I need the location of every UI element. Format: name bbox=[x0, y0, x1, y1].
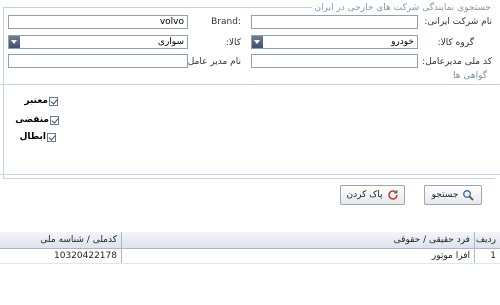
table-row-cell-entity[interactable]: افرا موتور bbox=[121, 249, 474, 264]
product-group-select[interactable]: خودرو bbox=[251, 35, 418, 49]
certificate-revoked[interactable]: ابطال bbox=[20, 132, 56, 142]
certificates-title: گواهی ها bbox=[452, 71, 487, 81]
search-icon bbox=[462, 189, 475, 201]
column-header-entity[interactable]: فرد حقیقی / حقوقی bbox=[121, 232, 474, 249]
national-code-label: کد ملی مدیرعامل: bbox=[422, 57, 492, 67]
panel-bottom-divider bbox=[0, 174, 500, 175]
certificate-expired-label: منقضی bbox=[15, 115, 49, 125]
chevron-down-icon[interactable] bbox=[9, 36, 20, 48]
checkbox-checked-icon[interactable] bbox=[49, 96, 58, 106]
refresh-icon bbox=[387, 189, 399, 201]
certificate-valid[interactable]: معتبر bbox=[24, 96, 58, 106]
chevron-down-icon[interactable] bbox=[252, 36, 263, 48]
certificate-revoked-label: ابطال bbox=[19, 132, 46, 142]
certificate-valid-label: معتبر bbox=[24, 96, 48, 106]
product-group-label: گروه کالا: bbox=[437, 38, 474, 48]
company-name-field[interactable] bbox=[251, 15, 418, 29]
product-value: سواری bbox=[157, 37, 184, 47]
product-group-value: خودرو bbox=[391, 37, 414, 47]
search-panel-legend: جستجوی نمایندگی شرکت های خارجی در ایران bbox=[311, 3, 494, 13]
company-name-label: نام شرکت ایرانی: bbox=[424, 17, 492, 27]
ceo-name-field[interactable] bbox=[8, 54, 188, 68]
column-header-code[interactable]: کدملی / شناسه ملی bbox=[0, 232, 121, 249]
search-button-label: جستجو bbox=[431, 190, 459, 200]
table-row-cell-code[interactable]: 10320422178 bbox=[0, 249, 121, 264]
column-header-row[interactable]: ردیف bbox=[474, 232, 500, 249]
search-panel bbox=[3, 7, 495, 179]
product-select[interactable]: سواری bbox=[8, 35, 188, 49]
checkbox-checked-icon[interactable] bbox=[47, 132, 56, 142]
search-button[interactable]: جستجو bbox=[424, 185, 482, 205]
product-label-text: کالا: bbox=[225, 38, 241, 48]
ceo-name-label: نام مدیر عامل: bbox=[184, 57, 241, 67]
national-code-field[interactable] bbox=[251, 54, 418, 68]
clear-button[interactable]: پاک کردن bbox=[340, 185, 405, 205]
table-row-cell-index[interactable]: 1 bbox=[474, 249, 500, 264]
certificates-divider bbox=[0, 84, 500, 85]
brand-field[interactable]: volvo bbox=[8, 15, 188, 29]
brand-label: Brand: bbox=[211, 17, 241, 27]
checkbox-checked-icon[interactable] bbox=[50, 115, 59, 125]
certificate-expired[interactable]: منقضی bbox=[15, 115, 59, 125]
clear-button-label: پاک کردن bbox=[346, 190, 383, 200]
